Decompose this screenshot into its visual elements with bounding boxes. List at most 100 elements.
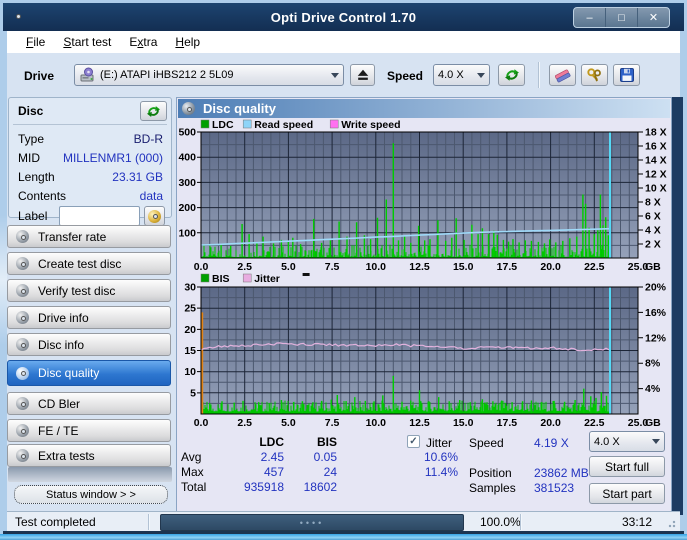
property-label: MID (18, 150, 40, 165)
svg-text:30: 30 (184, 282, 196, 294)
property-label: Type (18, 131, 45, 146)
samples-value: 381523 (534, 481, 575, 495)
property-label: Length (18, 169, 55, 184)
speed-result-value: 4.19 X (534, 436, 569, 450)
client-area: Drive (E:) ATAPI iHBS212 2 5L09 Speed 4.… (7, 53, 683, 515)
svg-text:12.5: 12.5 (409, 417, 430, 428)
svg-text:8 X: 8 X (645, 197, 661, 209)
speed-select[interactable]: 4.0 X (433, 64, 490, 86)
sidebar-item-verify-test-disc[interactable]: Verify test disc (7, 279, 171, 302)
sidebar-item-transfer-rate[interactable]: Transfer rate (7, 225, 171, 248)
row-label: Max (181, 465, 204, 479)
menu-item-extra[interactable]: Extra (120, 33, 166, 51)
eject-button[interactable] (350, 64, 375, 86)
speed-select-value: 4.0 X (438, 69, 464, 81)
window-controls: – □ ✕ (573, 7, 670, 28)
disc-panel-title: Disc (18, 104, 44, 118)
disc-icon (16, 230, 29, 243)
statusbar-separator (520, 514, 522, 530)
svg-text:8%: 8% (645, 358, 661, 370)
sidebar-footer-strip (8, 467, 172, 482)
refresh-disc-button[interactable] (140, 101, 167, 121)
position-value: 23862 MB (534, 466, 589, 480)
svg-text:22.5: 22.5 (584, 417, 605, 428)
svg-text:17.5: 17.5 (497, 417, 518, 428)
elapsed-time: 33:12 (621, 515, 652, 529)
svg-text:12%: 12% (645, 332, 667, 344)
sidebar-item-cd-bler[interactable]: CD Bler (7, 392, 171, 415)
jitter-value: 10.6% (423, 450, 458, 464)
svg-text:Jitter: Jitter (254, 273, 280, 285)
property-value: data (139, 188, 163, 203)
status-bar: Test completed •••• 100.0% 33:12 (7, 511, 680, 531)
test-speed-select-value: 4.0 X (594, 435, 620, 448)
test-speed-select[interactable]: 4.0 X (589, 431, 665, 452)
svg-text:17.5: 17.5 (497, 261, 518, 273)
disc-property-row: Type BD-R (18, 129, 163, 148)
window-frame-shine (0, 215, 7, 345)
chart-legend: BIS Jitter (200, 273, 310, 285)
svg-text:15: 15 (184, 345, 196, 357)
sidebar-item-fe-te[interactable]: FE / TE (7, 419, 171, 442)
bis-value: 0.05 (313, 450, 337, 464)
save-button[interactable] (613, 64, 640, 86)
label-field-caption: Label (18, 209, 48, 223)
panel-header: Disc quality (178, 99, 670, 118)
sidebar-item-label: Extra tests (38, 448, 95, 463)
svg-text:BIS: BIS (212, 273, 230, 285)
col-header-bis: BIS (316, 435, 337, 449)
sidebar-item-drive-info[interactable]: Drive info (7, 306, 171, 329)
property-value: MILLENMR1 (000) (62, 150, 163, 165)
svg-text:GB: GB (645, 417, 661, 428)
svg-text:2.5: 2.5 (237, 261, 252, 273)
erase-disc-button[interactable] (549, 64, 576, 86)
disc-icon (16, 397, 29, 410)
maximize-button[interactable]: □ (605, 8, 637, 27)
svg-text:15.0: 15.0 (453, 261, 474, 273)
svg-text:500: 500 (178, 127, 196, 139)
sidebar-item-disc-quality[interactable]: Disc quality (7, 360, 171, 386)
svg-text:0.0: 0.0 (194, 261, 209, 273)
progress-percent: 100.0% (480, 515, 521, 529)
svg-text:16 X: 16 X (645, 141, 667, 153)
disc-properties: Type BD-R MID MILLENMR1 (000) Length 23.31 GB… (18, 129, 163, 205)
disc-icon (16, 338, 29, 351)
results-area: LDC BIS Avg 2.45 0.05 10.6% Max 457 24 11.4% Tot… (177, 430, 671, 514)
svg-text:5.0: 5.0 (281, 261, 296, 273)
start-full-button[interactable]: Start full (589, 456, 665, 477)
close-button[interactable]: ✕ (637, 8, 669, 27)
license-keys-button[interactable] (581, 64, 608, 86)
disc-quality-chart: 500 400 300 200 100 18 X 16 X 14 X 12 X 10 X 8 X 6 … (178, 119, 667, 273)
write-label-button[interactable] (144, 206, 165, 226)
refresh-speed-button[interactable] (498, 64, 525, 86)
resize-grip[interactable] (666, 518, 676, 528)
sidebar-item-extra-tests[interactable]: Extra tests (7, 444, 171, 467)
svg-text:16%: 16% (645, 307, 667, 319)
panel-title: Disc quality (203, 101, 276, 116)
sidebar-item-disc-info[interactable]: Disc info (7, 333, 171, 356)
disc-property-row: Contents data (18, 186, 163, 205)
start-part-button[interactable]: Start part (589, 483, 665, 504)
status-text: Test completed (15, 515, 96, 529)
chevron-down-icon (652, 439, 660, 444)
menu-item-start-test[interactable]: Start test (54, 33, 120, 51)
property-value: BD-R (133, 131, 163, 146)
label-input[interactable] (59, 206, 141, 226)
disc-property-row: MID MILLENMR1 (000) (18, 148, 163, 167)
disc-quality-icon (182, 102, 195, 115)
menu-item-file[interactable]: File (17, 33, 54, 51)
svg-text:20%: 20% (645, 282, 667, 294)
bis-jitter-chart: 30 25 20 15 10 5 20% 16% 12% 8% 4% 0.0 2.5 5.0 7.5 10.0… (184, 273, 667, 428)
status-window-button[interactable]: Status window > > (14, 485, 168, 504)
menu-item-help[interactable]: Help (166, 33, 209, 51)
chevron-down-icon (331, 72, 339, 78)
speed-label: Speed (387, 69, 424, 83)
disc-icon (16, 311, 29, 324)
minimize-button[interactable]: – (574, 8, 605, 27)
jitter-checkbox[interactable]: ✓ (407, 435, 420, 448)
sidebar-item-create-test-disc[interactable]: Create test disc (7, 252, 171, 275)
svg-text:2.5: 2.5 (237, 417, 252, 428)
drive-select[interactable]: (E:) ATAPI iHBS212 2 5L09 (74, 64, 344, 86)
sidebar-item-label: Create test disc (38, 256, 122, 271)
svg-text:20.0: 20.0 (540, 417, 561, 428)
